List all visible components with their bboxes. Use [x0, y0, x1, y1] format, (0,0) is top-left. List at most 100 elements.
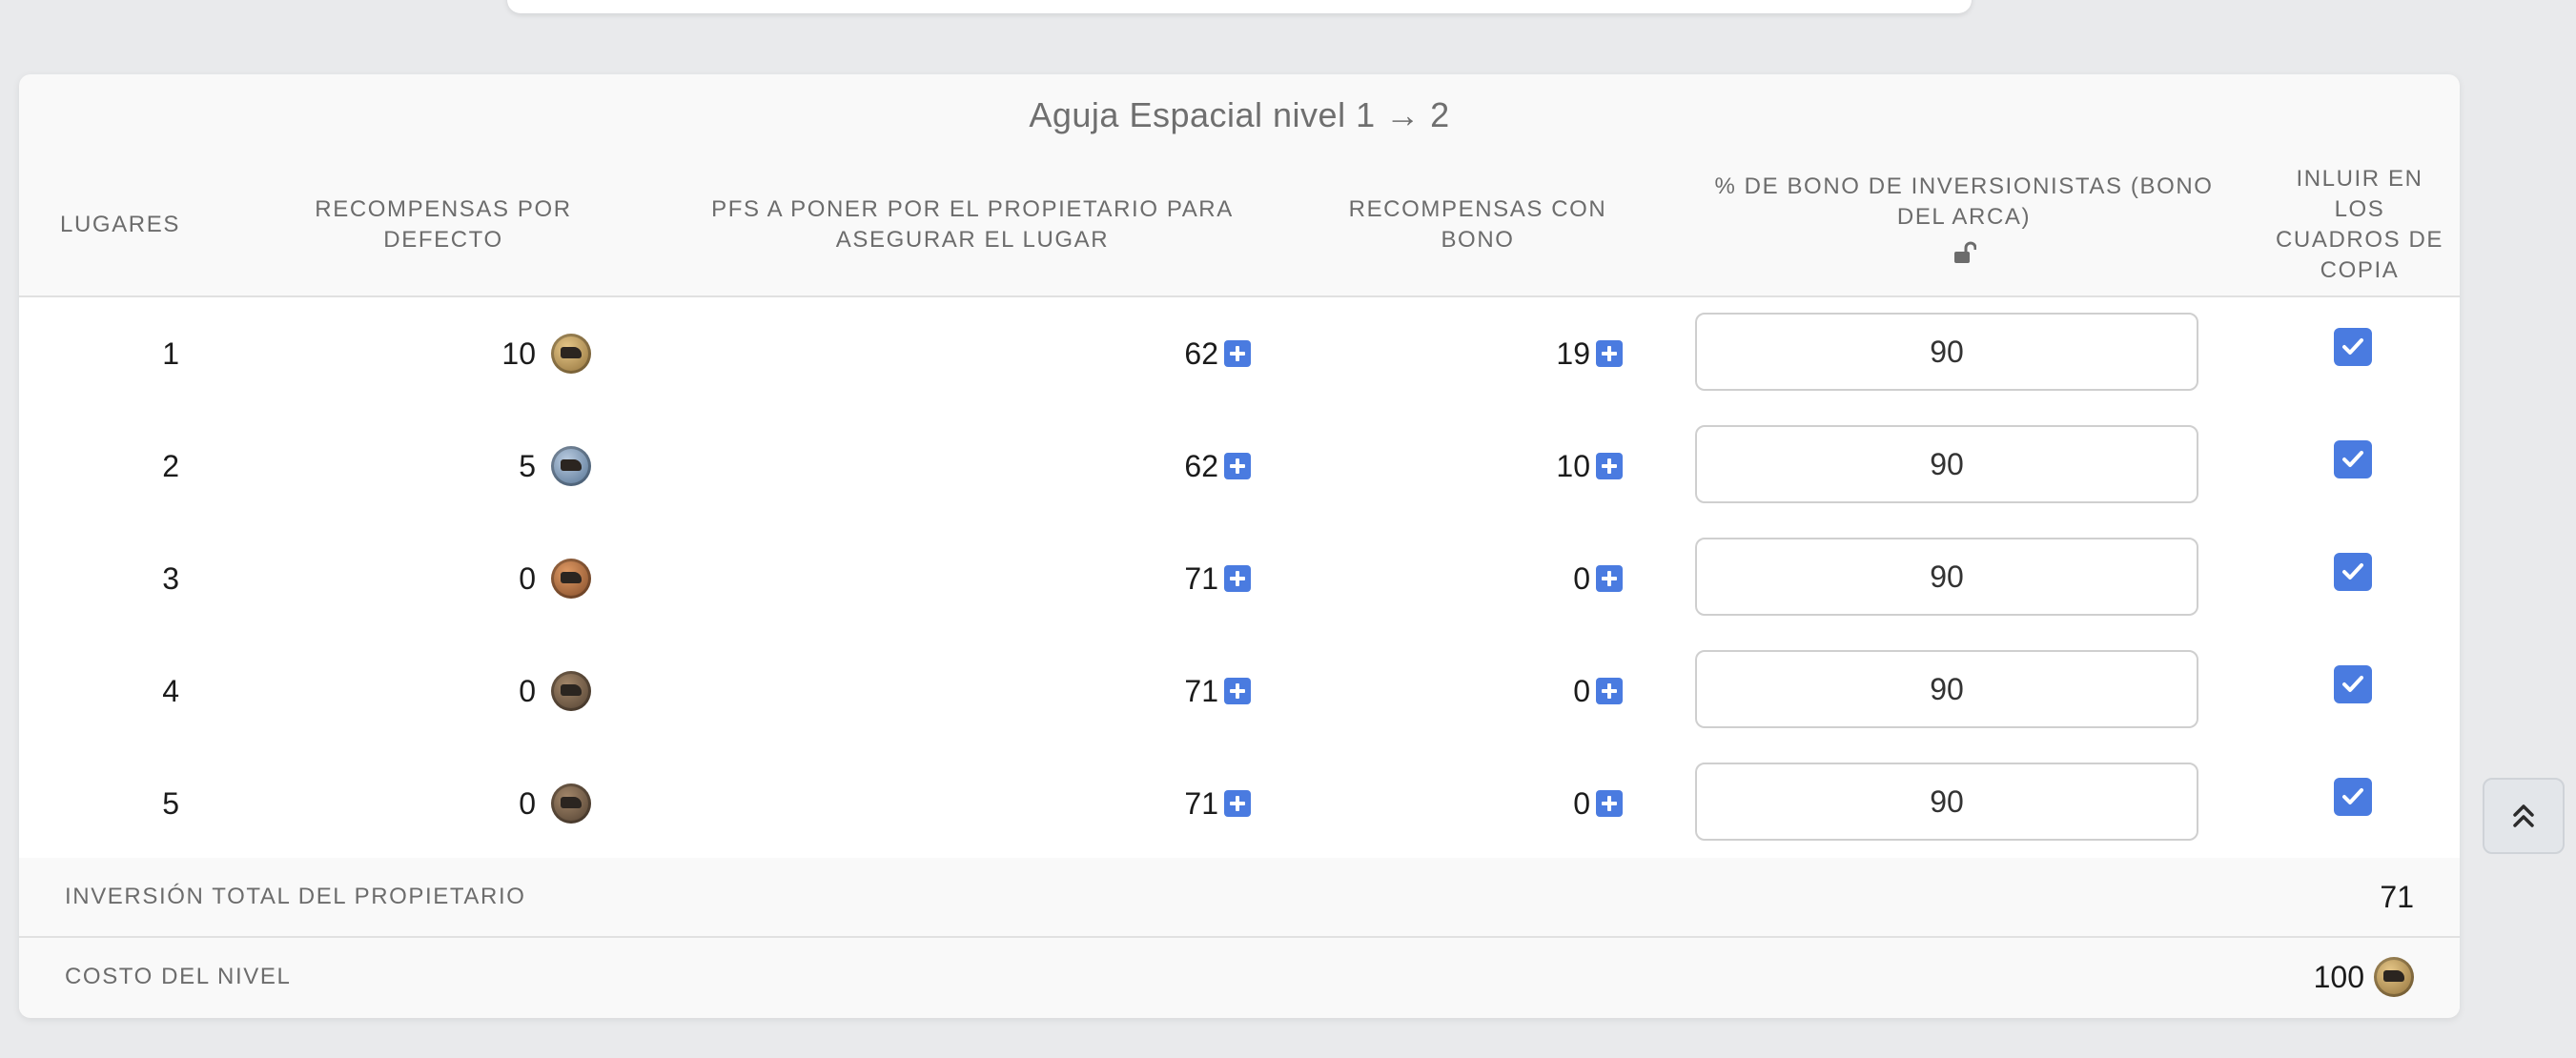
owner-total-row: INVERSIÓN TOTAL DEL PROPIETARIO 71	[19, 858, 2460, 938]
default-reward-value: 0	[519, 560, 536, 596]
bonus-reward-value: 19	[1556, 336, 1590, 371]
header-owner-fps: PFS A PONER POR EL PROPIETARIO PARA ASEG…	[711, 196, 1234, 253]
place-number: 2	[162, 448, 179, 483]
header-include-copy: INLUIR EN LOS CUADROS DE COPIA	[2275, 166, 2444, 283]
bonus-percent-value: 90	[1930, 783, 1964, 819]
plus-square-icon[interactable]	[1596, 565, 1623, 592]
checkmark-icon	[2342, 451, 2363, 467]
checkmark-icon	[2342, 563, 2363, 580]
bonus-reward-cell: 10	[1354, 410, 1623, 522]
default-reward-cell: 0	[305, 747, 591, 860]
level-cost-value: 100	[2314, 938, 2414, 1016]
bonus-percent-input[interactable]: 90	[1695, 763, 2198, 841]
scroll-to-top-button[interactable]	[2483, 778, 2565, 854]
dark-medal-icon	[551, 671, 591, 711]
checkmark-icon	[2342, 788, 2363, 804]
place-number: 3	[162, 560, 179, 596]
bonus-reward-cell: 0	[1354, 522, 1623, 635]
place-cell: 5	[19, 747, 179, 860]
bonus-percent-input[interactable]: 90	[1695, 313, 2198, 391]
silver-medal-icon	[551, 446, 591, 486]
header-bonus-rewards: RECOMPENSAS CON BONO	[1348, 196, 1607, 253]
include-copy-checkbox[interactable]	[2334, 553, 2372, 591]
plus-square-icon[interactable]	[1224, 340, 1251, 367]
table-row: 5 0 71 0 90	[19, 747, 2460, 862]
place-number: 5	[162, 785, 179, 821]
bonus-percent-input[interactable]: 90	[1695, 425, 2198, 503]
owner-total-value: 71	[2380, 879, 2414, 914]
table-row: 1 10 62 19 90	[19, 297, 2460, 412]
place-cell: 2	[19, 410, 179, 522]
place-cell: 3	[19, 522, 179, 635]
level-cost-row: COSTO DEL NIVEL 100	[19, 938, 2460, 1016]
default-reward-value: 0	[519, 785, 536, 821]
include-copy-checkbox[interactable]	[2334, 440, 2372, 478]
owner-fps-value: 71	[1184, 785, 1218, 821]
checkmark-icon	[2342, 338, 2363, 355]
default-reward-cell: 5	[305, 410, 591, 522]
default-reward-cell: 0	[305, 635, 591, 747]
owner-fps-cell: 71	[877, 522, 1251, 635]
table-row: 3 0 71 0 90	[19, 522, 2460, 637]
default-reward-value: 10	[501, 336, 536, 371]
owner-fps-cell: 62	[877, 297, 1251, 410]
place-cell: 1	[19, 297, 179, 410]
owner-fps-value: 62	[1184, 448, 1218, 483]
include-copy-checkbox[interactable]	[2334, 778, 2372, 816]
default-reward-cell: 10	[305, 297, 591, 410]
bonus-percent-value: 90	[1930, 334, 1964, 369]
checkmark-icon	[2342, 676, 2363, 692]
plus-square-icon[interactable]	[1224, 678, 1251, 704]
plus-square-icon[interactable]	[1596, 790, 1623, 817]
header-investor-bonus: % DE BONO DE INVERSIONISTAS (BONO DEL AR…	[1697, 172, 2231, 265]
bonus-percent-value: 90	[1930, 559, 1964, 594]
bronze-medal-icon	[551, 559, 591, 599]
owner-total-label: INVERSIÓN TOTAL DEL PROPIETARIO	[65, 884, 526, 909]
plus-square-icon[interactable]	[1596, 678, 1623, 704]
bonus-reward-value: 10	[1556, 448, 1590, 483]
table-row: 4 0 71 0 90	[19, 635, 2460, 749]
level-cost-number: 100	[2313, 959, 2364, 994]
default-reward-value: 0	[519, 673, 536, 708]
level-cost-label: COSTO DEL NIVEL	[65, 964, 292, 989]
table-row: 2 5 62 10 90	[19, 410, 2460, 524]
plus-square-icon[interactable]	[1224, 565, 1251, 592]
owner-fps-cell: 62	[877, 410, 1251, 522]
include-copy-checkbox[interactable]	[2334, 328, 2372, 366]
owner-fps-value: 62	[1184, 336, 1218, 371]
bonus-reward-value: 0	[1573, 560, 1590, 596]
gold-medal-icon	[551, 334, 591, 374]
bonus-reward-cell: 0	[1354, 635, 1623, 747]
table-title: Aguja Espacial nivel 1 → 2	[1029, 95, 1450, 134]
bonus-percent-value: 90	[1930, 446, 1964, 481]
place-number: 1	[162, 336, 179, 371]
bonus-reward-value: 0	[1573, 673, 1590, 708]
owner-fps-value: 71	[1184, 673, 1218, 708]
default-reward-cell: 0	[305, 522, 591, 635]
bonus-percent-input[interactable]: 90	[1695, 538, 2198, 616]
double-chevron-up-icon	[2513, 804, 2534, 827]
owner-fps-cell: 71	[877, 635, 1251, 747]
unlock-icon[interactable]	[1952, 240, 1976, 265]
bonus-reward-cell: 19	[1354, 297, 1623, 410]
owner-fps-cell: 71	[877, 747, 1251, 860]
place-cell: 4	[19, 635, 179, 747]
header-investor-bonus-label: % DE BONO DE INVERSIONISTAS (BONO DEL AR…	[1714, 173, 2214, 230]
include-copy-checkbox[interactable]	[2334, 665, 2372, 703]
gold-medal-icon	[2374, 957, 2414, 997]
plus-square-icon[interactable]	[1224, 790, 1251, 817]
plus-square-icon[interactable]	[1224, 453, 1251, 479]
place-number: 4	[162, 673, 179, 708]
level-table-card: Aguja Espacial nivel 1 → 2 LUGARES RECOM…	[19, 74, 2460, 1018]
top-card-edge	[507, 0, 1972, 13]
header-places: LUGARES	[60, 212, 180, 237]
bonus-percent-value: 90	[1930, 671, 1964, 706]
bonus-percent-input[interactable]: 90	[1695, 650, 2198, 728]
bonus-reward-value: 0	[1573, 785, 1590, 821]
plus-square-icon[interactable]	[1596, 453, 1623, 479]
plus-square-icon[interactable]	[1596, 340, 1623, 367]
header-default-rewards: RECOMPENSAS POR DEFECTO	[315, 196, 572, 253]
bonus-reward-cell: 0	[1354, 747, 1623, 860]
default-reward-value: 5	[519, 448, 536, 483]
owner-fps-value: 71	[1184, 560, 1218, 596]
